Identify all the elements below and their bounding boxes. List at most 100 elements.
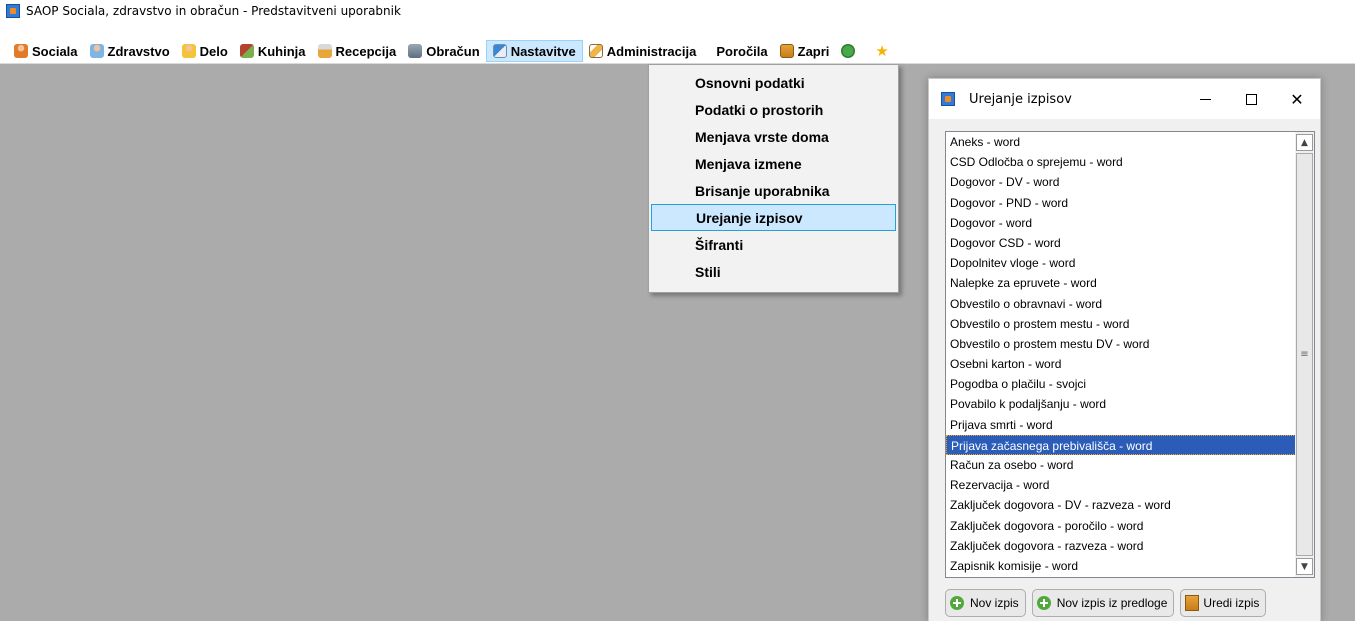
dialog-window-controls: ✕ <box>1182 79 1320 119</box>
star-icon: ★ <box>875 43 889 60</box>
dialog-button-bar: Nov izpis Nov izpis iz predloge Uredi iz… <box>945 589 1267 619</box>
close-icon: ✕ <box>1290 89 1304 109</box>
button-label: Uredi izpis <box>1203 596 1260 610</box>
window-titlebar-row: SAOP Sociala, zdravstvo in obračun - Pre… <box>0 0 1355 22</box>
list-item[interactable]: Dogovor - word <box>946 213 1296 233</box>
close-button[interactable]: ✕ <box>1274 79 1320 119</box>
doctor-icon <box>89 44 104 58</box>
chevron-up-icon: ▲ <box>1301 137 1308 148</box>
menu-delo[interactable]: Delo <box>176 40 234 62</box>
menu-porocila[interactable]: Poročila <box>702 40 773 62</box>
menu-obracun[interactable]: Obračun <box>402 40 485 62</box>
vertical-scrollbar[interactable]: ▲ ≡ ▼ <box>1295 132 1314 577</box>
list-item[interactable]: Pogodba o plačilu - svojci <box>946 374 1296 394</box>
menu-label: Zdravstvo <box>107 43 170 59</box>
nov-izpis-button[interactable]: Nov izpis <box>945 589 1026 617</box>
nov-izpis-iz-predloge-button[interactable]: Nov izpis iz predloge <box>1031 589 1175 617</box>
list-item[interactable]: Zaključek dogovora - DV - razveza - word <box>946 495 1296 515</box>
menu-zdravstvo[interactable]: Zdravstvo <box>84 40 176 62</box>
nastavitve-dropdown: Osnovni podatki Podatki o prostorih Menj… <box>648 64 899 293</box>
listbox-items: Aneks - word CSD Odločba o sprejemu - wor… <box>946 132 1296 577</box>
scroll-down-button[interactable]: ▼ <box>1296 558 1313 575</box>
menu-label: Delo <box>199 43 228 59</box>
menubar: Sociala Zdravstvo Delo Kuhinja Recepcija… <box>0 40 1355 62</box>
list-item[interactable]: Dopolnitev vloge - word <box>946 253 1296 273</box>
maximize-icon <box>1245 93 1257 105</box>
chevron-down-icon: ▼ <box>1301 561 1308 572</box>
minimize-icon <box>1199 98 1211 100</box>
list-item[interactable]: Prijava začasnega prebivališča - word <box>946 434 1296 455</box>
dialog-title: Urejanje izpisov <box>969 91 1072 107</box>
list-item[interactable]: Prijava smrti - word <box>946 415 1296 435</box>
list-item[interactable]: CSD Odločba o sprejemu - word <box>946 152 1296 172</box>
dropdown-item-osnovni-podatki[interactable]: Osnovni podatki <box>651 69 896 96</box>
settings-icon <box>492 44 507 58</box>
urejanje-izpisov-dialog: Urejanje izpisov ✕ Aneks - word CSD Odloč… <box>928 78 1321 621</box>
menu-label: Sociala <box>32 43 78 59</box>
grip-icon: ≡ <box>1300 349 1309 360</box>
list-item[interactable]: Aneks - word <box>946 132 1296 152</box>
menu-label: Kuhinja <box>257 43 306 59</box>
app-icon <box>6 4 20 18</box>
menu-label: Recepcija <box>335 43 397 59</box>
dialog-app-icon <box>941 92 955 106</box>
dropdown-item-menjava-izmene[interactable]: Menjava izmene <box>651 150 896 177</box>
list-item[interactable]: Osebni karton - word <box>946 354 1296 374</box>
dropdown-item-podatki-o-prostorih[interactable]: Podatki o prostorih <box>651 96 896 123</box>
list-item[interactable]: Dogovor CSD - word <box>946 233 1296 253</box>
list-item[interactable]: Zaključek dogovora - razveza - word <box>946 536 1296 556</box>
menu-label: Administracija <box>606 43 697 59</box>
dropdown-item-stili[interactable]: Stili <box>651 258 896 285</box>
scroll-thumb[interactable]: ≡ <box>1296 153 1313 556</box>
menu-favorites[interactable]: ★ <box>865 40 898 62</box>
list-item[interactable]: Dogovor - DV - word <box>946 172 1296 192</box>
list-item[interactable]: Zaključek dogovora - poročilo - word <box>946 516 1296 536</box>
menu-money[interactable] <box>835 40 865 62</box>
window-titlebar: SAOP Sociala, zdravstvo in obračun - Pre… <box>0 0 1355 40</box>
menu-administracija[interactable]: Administracija <box>583 40 703 62</box>
menu-nastavitve[interactable]: Nastavitve <box>485 40 583 62</box>
uredi-izpis-button[interactable]: Uredi izpis <box>1180 589 1267 617</box>
window-title: SAOP Sociala, zdravstvo in obračun - Pre… <box>26 4 401 18</box>
button-label: Nov izpis <box>970 596 1019 610</box>
izpisi-listbox[interactable]: Aneks - word CSD Odločba o sprejemu - wor… <box>945 131 1315 578</box>
menu-label: Zapri <box>797 43 830 59</box>
worker-icon <box>181 44 196 58</box>
list-item[interactable]: Obvestilo o prostem mestu - word <box>946 314 1296 334</box>
calculator-icon <box>408 44 423 58</box>
minimize-button[interactable] <box>1182 79 1228 119</box>
dropdown-item-sifranti[interactable]: Šifranti <box>651 231 896 258</box>
list-item[interactable]: Zapisnik komisije - word <box>946 556 1296 576</box>
add-icon <box>950 596 964 610</box>
menu-zapri[interactable]: Zapri <box>774 40 836 62</box>
book-icon <box>1185 595 1200 611</box>
scroll-up-button[interactable]: ▲ <box>1296 134 1313 151</box>
money-icon <box>841 44 856 58</box>
button-label: Nov izpis iz predloge <box>1056 596 1168 610</box>
list-item[interactable]: Rezervacija - word <box>946 475 1296 495</box>
list-item[interactable]: Račun za osebo - word <box>946 455 1296 475</box>
app-window: SAOP Sociala, zdravstvo in obračun - Pre… <box>0 0 1355 621</box>
dropdown-item-urejanje-izpisov[interactable]: Urejanje izpisov <box>651 204 896 231</box>
list-item[interactable]: Dogovor - PND - word <box>946 193 1296 213</box>
list-item[interactable]: Obvestilo o obravnavi - word <box>946 294 1296 314</box>
menu-label: Nastavitve <box>510 43 576 59</box>
add-icon <box>1036 596 1051 610</box>
book-icon <box>779 44 794 58</box>
list-item[interactable]: Nalepke za epruvete - word <box>946 273 1296 293</box>
maximize-button[interactable] <box>1228 79 1274 119</box>
pencil-icon <box>588 44 603 58</box>
kitchen-icon <box>239 44 254 58</box>
menu-label: Obračun <box>426 43 480 59</box>
menu-recepcija[interactable]: Recepcija <box>312 40 403 62</box>
menu-label: Poročila <box>716 43 768 59</box>
list-item[interactable]: Obvestilo o prostem mestu DV - word <box>946 334 1296 354</box>
dropdown-item-menjava-vrste-doma[interactable]: Menjava vrste doma <box>651 123 896 150</box>
dropdown-item-brisanje-uporabnika[interactable]: Brisanje uporabnika <box>651 177 896 204</box>
list-item[interactable]: Povabilo k podaljšanju - word <box>946 394 1296 414</box>
menu-kuhinja[interactable]: Kuhinja <box>234 40 312 62</box>
reception-icon <box>317 44 332 58</box>
person-icon <box>14 44 28 58</box>
menu-sociala[interactable]: Sociala <box>8 40 84 62</box>
dialog-titlebar: Urejanje izpisov ✕ <box>929 79 1320 119</box>
